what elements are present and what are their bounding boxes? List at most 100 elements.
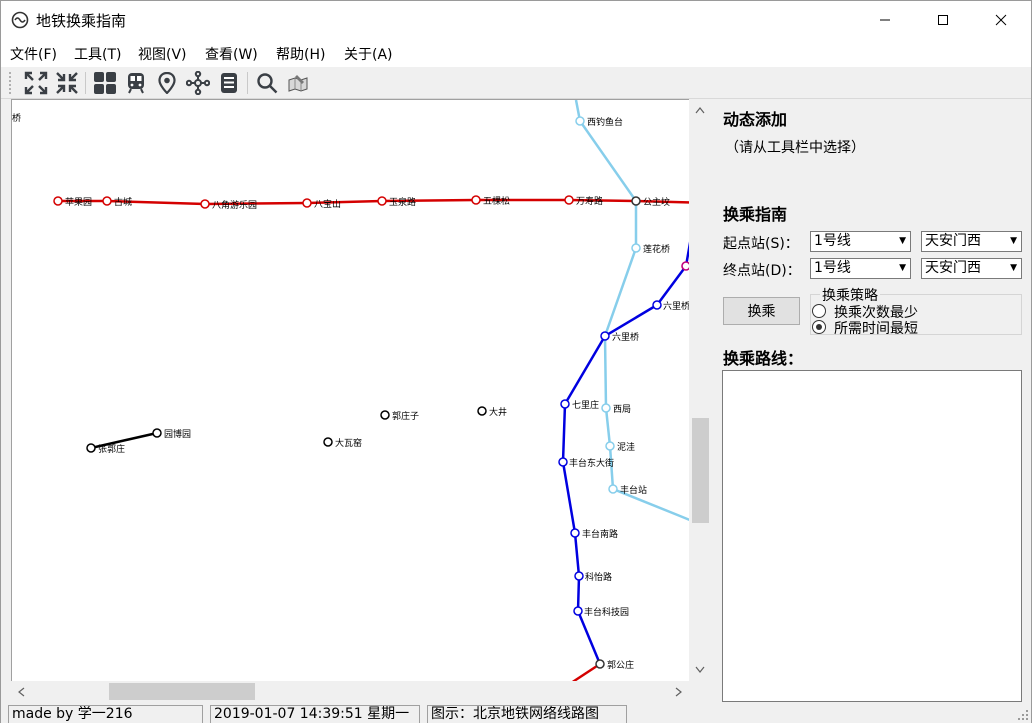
zoom-out-button[interactable] [53, 69, 81, 97]
scroll-left-icon[interactable] [17, 687, 25, 699]
station-marker[interactable] [564, 195, 574, 205]
toolbar-grip[interactable] [8, 71, 12, 95]
layout-button[interactable] [91, 69, 119, 97]
menu-file[interactable]: 文件(F) [10, 44, 57, 64]
menu-tools[interactable]: 工具(T) [74, 44, 121, 64]
station-marker[interactable] [558, 457, 568, 467]
station-label: 张郭庄 [98, 443, 125, 455]
station-marker[interactable] [631, 196, 641, 206]
station-label: 五棵松 [483, 195, 510, 207]
end-station-label: 终点站(D)： [723, 263, 801, 279]
start-line-select[interactable]: 1号线 ▼ [810, 231, 911, 252]
horizontal-scroll-thumb[interactable] [109, 683, 255, 700]
station-marker[interactable] [574, 571, 584, 581]
scrollbar-corner [689, 681, 711, 702]
route-result-box[interactable] [722, 370, 1022, 702]
strategy-shortest-time-radio[interactable] [812, 320, 826, 334]
station-label: 七里庄 [572, 399, 599, 411]
station-marker[interactable] [302, 198, 312, 208]
search-button[interactable] [253, 69, 281, 97]
station-marker[interactable] [200, 199, 210, 209]
start-station-select[interactable]: 天安门西 ▼ [921, 231, 1022, 252]
station-label: 八宝山 [314, 198, 341, 210]
close-button[interactable] [972, 1, 1030, 39]
station-marker[interactable] [86, 443, 96, 453]
station-label: 玉泉路 [389, 196, 416, 208]
zoom-in-icon [24, 71, 48, 95]
map-edit-button[interactable] [284, 69, 312, 97]
subway-map-view[interactable]: 桥西钓鱼台 苹果园 古城 八角游乐园 八宝山 玉泉路 五棵松 万寿路 公主坟 莲花桥 六里桥 六里桥七… [11, 99, 711, 702]
location-button[interactable] [153, 69, 181, 97]
station-marker[interactable] [570, 528, 580, 538]
station-label: 公主坟 [643, 196, 670, 208]
transfer-guide-title: 换乘指南 [723, 205, 788, 224]
station-marker[interactable] [600, 331, 610, 341]
station-marker[interactable] [380, 410, 390, 420]
station-marker[interactable] [471, 195, 481, 205]
minimize-icon [880, 19, 890, 21]
document-icon [221, 73, 237, 93]
end-line-select[interactable]: 1号线 ▼ [810, 258, 911, 279]
status-bar: made by 学一216 2019-01-07 14:39:51 星期一 图示… [1, 704, 1031, 723]
train-button[interactable] [122, 69, 150, 97]
menu-about[interactable]: 关于(A) [344, 44, 393, 64]
app-subway-icon [11, 11, 29, 29]
station-label: 八角游乐园 [212, 199, 257, 211]
station-label: 六里桥 [663, 300, 690, 312]
station-label: 丰台东大街 [569, 457, 614, 469]
map-vertical-scrollbar[interactable] [689, 99, 711, 682]
station-label: 科怡路 [585, 571, 612, 583]
station-marker[interactable] [595, 659, 605, 669]
station-marker[interactable] [575, 116, 585, 126]
vertical-scroll-thumb[interactable] [692, 418, 709, 523]
toolbar-separator [247, 72, 248, 94]
start-station-label: 起点站(S)： [723, 236, 799, 252]
station-marker[interactable] [560, 399, 570, 409]
station-marker[interactable] [608, 484, 618, 494]
maximize-button[interactable] [914, 1, 972, 39]
dynamic-add-hint: （请从工具栏中选择） [725, 140, 865, 156]
chevron-down-icon: ▼ [899, 263, 906, 273]
strategy-fewest-transfers-radio[interactable] [812, 304, 826, 318]
station-label: 郭公庄 [607, 659, 634, 671]
menu-view[interactable]: 视图(V) [138, 44, 187, 64]
close-icon [995, 14, 1007, 26]
main-window: 地铁换乘指南 文件(F) 工具(T) 视图(V) 查看(W) 帮助(H) 关于(… [0, 0, 1032, 723]
window-title: 地铁换乘指南 [36, 12, 127, 30]
minimize-button[interactable] [856, 1, 914, 39]
station-marker[interactable] [477, 406, 487, 416]
station-label: 西钓鱼台 [587, 116, 623, 128]
resize-grip-icon[interactable] [1017, 709, 1029, 721]
subway-map[interactable]: 桥西钓鱼台苹果园 古城 八角游乐园 八宝山 玉泉路 五棵松 万寿路 公主坟莲花桥六里桥六里桥七… [12, 100, 711, 702]
document-button[interactable] [215, 69, 243, 97]
end-station-select[interactable]: 天安门西 ▼ [921, 258, 1022, 279]
title-bar[interactable]: 地铁换乘指南 [1, 1, 1031, 39]
scroll-up-icon[interactable] [695, 105, 705, 116]
chevron-down-icon: ▼ [1010, 263, 1017, 273]
station-marker[interactable] [573, 606, 583, 616]
station-marker[interactable] [652, 300, 662, 310]
station-marker[interactable] [377, 196, 387, 206]
station-label: 古城 [114, 196, 132, 208]
station-marker[interactable] [152, 428, 162, 438]
strategy-shortest-time-label[interactable]: 所需时间最短 [834, 318, 918, 338]
line-10-path [561, 219, 696, 665]
menu-look[interactable]: 查看(W) [205, 44, 258, 64]
map-pin-icon [158, 72, 176, 94]
station-marker[interactable] [601, 403, 611, 413]
station-label: 六里桥 [612, 331, 639, 343]
station-marker[interactable] [605, 441, 615, 451]
network-icon [186, 71, 210, 95]
scroll-right-icon[interactable] [675, 687, 683, 699]
transfer-button[interactable]: 换乘 [723, 297, 800, 325]
station-marker[interactable] [53, 196, 63, 206]
train-icon [128, 73, 144, 94]
station-marker[interactable] [323, 437, 333, 447]
menu-help[interactable]: 帮助(H) [276, 44, 325, 64]
search-icon [257, 73, 278, 94]
network-button[interactable] [184, 69, 212, 97]
station-marker[interactable] [102, 196, 112, 206]
zoom-in-button[interactable] [22, 69, 50, 97]
scroll-down-icon[interactable] [695, 665, 705, 676]
station-marker[interactable] [631, 243, 641, 253]
